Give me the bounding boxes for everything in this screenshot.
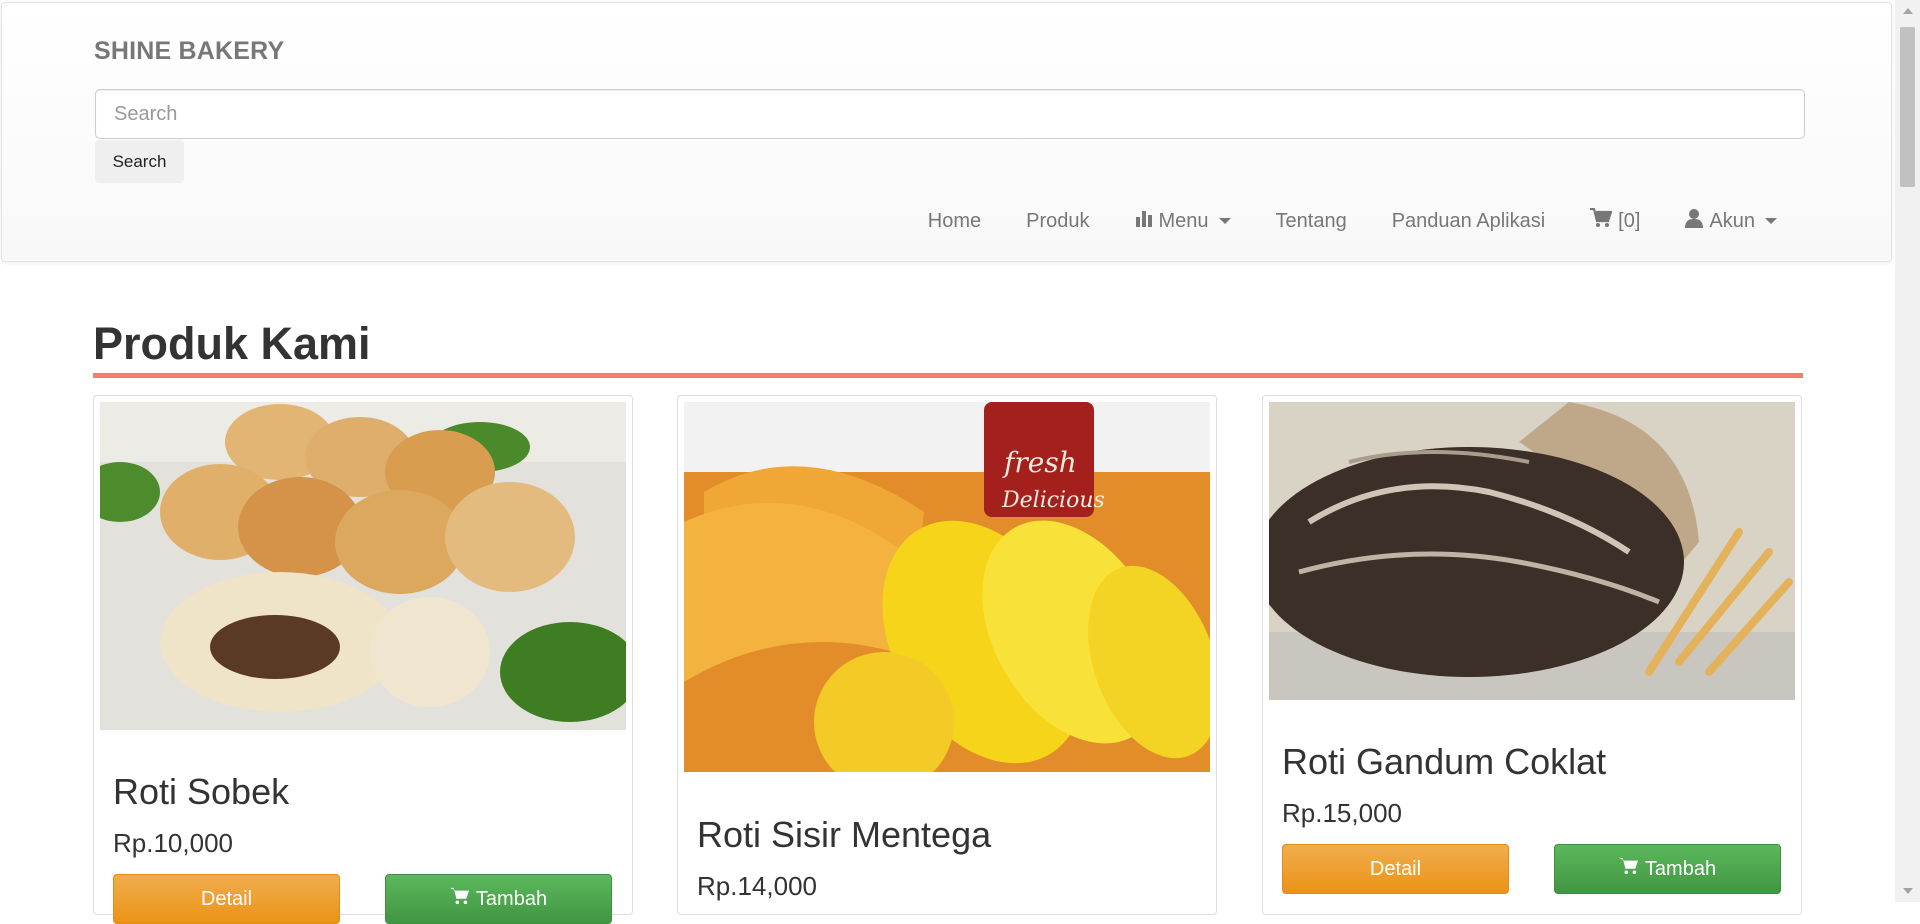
add-button-label: Tambah xyxy=(1644,857,1717,880)
nav-cart[interactable]: [0] xyxy=(1590,207,1641,234)
cart-icon xyxy=(1619,857,1645,881)
add-to-cart-button[interactable]: Tambah xyxy=(1554,844,1781,894)
scroll-down-icon[interactable] xyxy=(1903,888,1913,894)
product-name: Roti Gandum Coklat xyxy=(1282,741,1607,782)
product-card: fresh Delicious Roti Sisir Mentega Rp.14… xyxy=(677,395,1217,915)
product-card: Roti Gandum Coklat Rp.15,000 Detail Tamb… xyxy=(1262,395,1802,915)
detail-button-label: Detail xyxy=(1369,857,1422,880)
detail-button[interactable]: Detail xyxy=(1282,844,1509,894)
svg-text:fresh: fresh xyxy=(1002,446,1077,479)
nav-tentang[interactable]: Tentang xyxy=(1276,210,1347,233)
detail-button-label: Detail xyxy=(200,887,253,910)
nav-home[interactable]: Home xyxy=(928,210,981,233)
scroll-up-icon[interactable] xyxy=(1903,8,1913,14)
nav-akun-dropdown[interactable]: Akun xyxy=(1685,208,1777,234)
nav-menu-label: Menu xyxy=(1158,209,1209,232)
add-to-cart-button[interactable]: Tambah xyxy=(385,874,612,924)
nav-produk-label: Produk xyxy=(1026,209,1090,232)
nav-panduan[interactable]: Panduan Aplikasi xyxy=(1392,210,1545,233)
search-button[interactable]: Search xyxy=(95,140,184,183)
nav-tentang-label: Tentang xyxy=(1275,209,1347,232)
vertical-scrollbar[interactable] xyxy=(1895,0,1920,902)
brand-logo[interactable]: SHINE BAKERY xyxy=(94,37,284,66)
nav-akun-label: Akun xyxy=(1709,209,1755,232)
cart-icon xyxy=(450,887,476,911)
navbar: SHINE BAKERY Search Home Produk Menu Ten… xyxy=(1,2,1892,262)
product-image-roti-sisir-mentega[interactable]: fresh Delicious xyxy=(684,402,1210,772)
product-image-roti-sobek[interactable] xyxy=(100,402,626,730)
caret-down-icon xyxy=(1765,218,1777,224)
product-price: Rp.14,000 xyxy=(697,871,817,901)
cart-icon xyxy=(1590,207,1613,234)
add-button-label: Tambah xyxy=(475,887,548,910)
nav-produk[interactable]: Produk xyxy=(1026,210,1089,233)
detail-button[interactable]: Detail xyxy=(113,874,340,924)
nav-panduan-label: Panduan Aplikasi xyxy=(1391,209,1546,232)
search-input[interactable] xyxy=(95,89,1805,139)
product-price: Rp.10,000 xyxy=(113,828,233,858)
product-name: Roti Sisir Mentega xyxy=(697,814,992,855)
title-divider xyxy=(93,373,1803,378)
product-price: Rp.15,000 xyxy=(1282,798,1402,828)
product-image-roti-gandum-coklat[interactable] xyxy=(1269,402,1795,700)
nav-menu: Home Produk Menu Tentang Panduan Aplikas… xyxy=(928,203,1891,239)
svg-text:Delicious: Delicious xyxy=(1001,488,1105,513)
product-card: Roti Sobek Rp.10,000 Detail Tambah xyxy=(93,395,633,924)
nav-menu-dropdown[interactable]: Menu xyxy=(1135,209,1231,233)
bar-chart-icon xyxy=(1135,209,1153,233)
cart-count: [0] xyxy=(1618,209,1641,232)
product-name: Roti Sobek xyxy=(113,771,290,812)
caret-down-icon xyxy=(1218,218,1231,224)
scroll-thumb[interactable] xyxy=(1900,27,1915,187)
nav-home-label: Home xyxy=(927,209,982,232)
page-title: Produk Kami xyxy=(93,318,371,369)
user-icon xyxy=(1685,208,1704,234)
